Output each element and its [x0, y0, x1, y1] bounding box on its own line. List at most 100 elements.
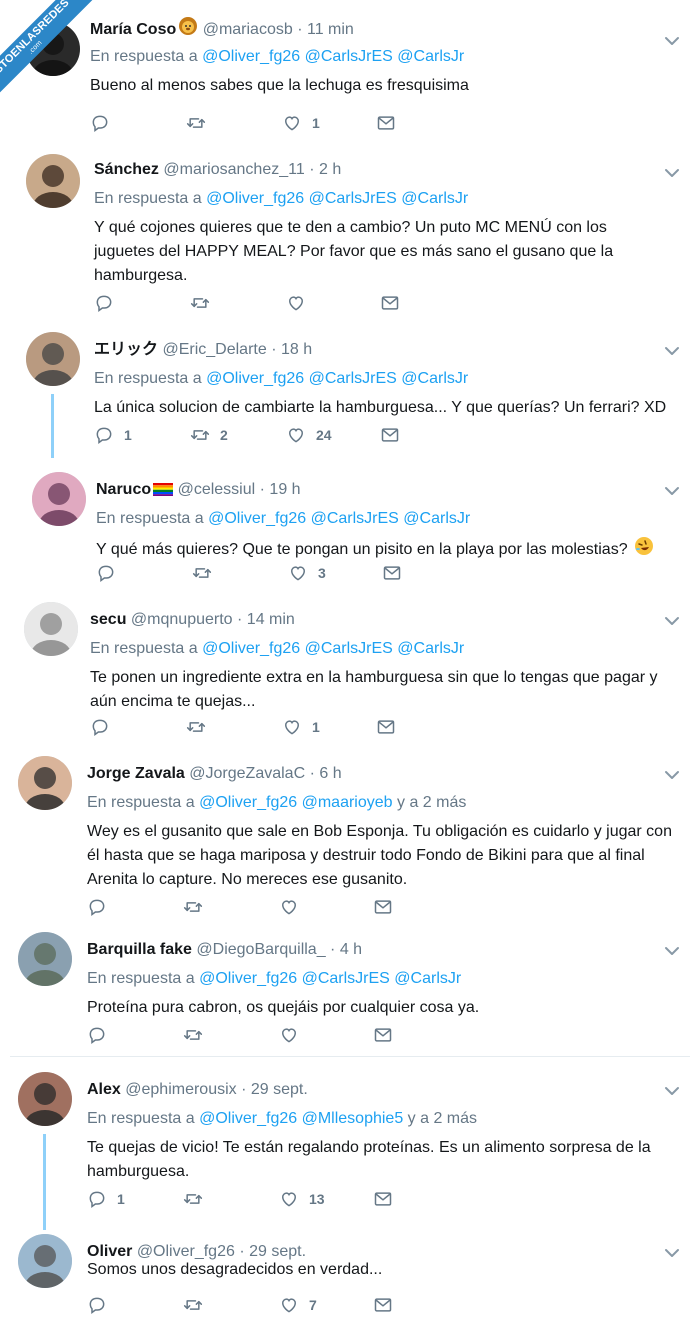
retweet-button[interactable]: [183, 896, 213, 918]
tweet[interactable]: Barquilla fake @DiegoBarquilla_ · 4 h En …: [10, 930, 690, 1054]
tweet[interactable]: エリック @Eric_Delarte · 18 h En respuesta a …: [10, 330, 690, 454]
user-handle[interactable]: @mariacosb: [203, 21, 293, 38]
retweet-button[interactable]: [183, 1188, 213, 1210]
mention-link[interactable]: @Oliver_fg26: [202, 48, 300, 65]
like-button[interactable]: 7: [279, 1294, 317, 1316]
message-button[interactable]: [376, 112, 396, 134]
like-button[interactable]: [279, 1024, 309, 1046]
user-handle[interactable]: @Eric_Delarte: [162, 341, 266, 358]
mention-link[interactable]: @Oliver_fg26: [206, 190, 304, 207]
tweet[interactable]: Jorge Zavala @JorgeZavalaC · 6 h En respu…: [10, 754, 690, 926]
display-name[interactable]: Alex: [87, 1081, 121, 1098]
retweet-button[interactable]: 2: [190, 424, 228, 446]
mention-link[interactable]: @Oliver_fg26: [208, 510, 306, 527]
timestamp[interactable]: 14 min: [247, 611, 295, 628]
chevron-down-icon[interactable]: [664, 944, 680, 956]
avatar[interactable]: [24, 602, 78, 656]
message-button[interactable]: [380, 292, 400, 314]
user-handle[interactable]: @DiegoBarquilla_: [196, 941, 325, 958]
mention-link[interactable]: @Oliver_fg26: [206, 370, 304, 387]
mention-link[interactable]: @Oliver_fg26: [199, 970, 297, 987]
message-button[interactable]: [376, 716, 396, 738]
tweet[interactable]: Sánchez @mariosanchez_11 · 2 h En respues…: [10, 150, 690, 322]
mention-link[interactable]: @CarlsJrES: [305, 48, 393, 65]
tweet[interactable]: secu @mqnupuerto · 14 min En respuesta a …: [10, 600, 690, 746]
chevron-down-icon[interactable]: [664, 34, 680, 46]
like-button[interactable]: 13: [279, 1188, 325, 1210]
chevron-down-icon[interactable]: [664, 614, 680, 626]
reply-suffix[interactable]: y a 2 más: [397, 794, 466, 811]
avatar[interactable]: [18, 932, 72, 986]
timestamp[interactable]: 19 h: [269, 481, 300, 498]
display-name[interactable]: María Coso: [90, 21, 176, 38]
mention-link[interactable]: @Oliver_fg26: [202, 640, 300, 657]
reply-button[interactable]: [87, 896, 117, 918]
like-button[interactable]: 1: [282, 112, 320, 134]
retweet-button[interactable]: [186, 716, 216, 738]
tweet[interactable]: Naruco @celessiul · 19 h En respuesta a @…: [10, 470, 690, 592]
mention-link[interactable]: @Oliver_fg26: [199, 794, 297, 811]
tweet[interactable]: María Coso @mariacosb · 11 min En respues…: [10, 8, 690, 142]
mention-link[interactable]: @CarlsJrES: [309, 370, 397, 387]
like-button[interactable]: [286, 292, 316, 314]
chevron-down-icon[interactable]: [664, 768, 680, 780]
retweet-button[interactable]: [192, 562, 222, 584]
message-button[interactable]: [373, 896, 393, 918]
like-button[interactable]: 3: [288, 562, 326, 584]
reply-button[interactable]: [94, 292, 124, 314]
reply-button[interactable]: 1: [87, 1188, 125, 1210]
avatar[interactable]: [32, 472, 86, 526]
display-name[interactable]: Barquilla fake: [87, 941, 192, 958]
retweet-button[interactable]: [186, 112, 216, 134]
message-button[interactable]: [373, 1188, 393, 1210]
mention-link[interactable]: @CarlsJrES: [302, 970, 390, 987]
message-button[interactable]: [373, 1024, 393, 1046]
mention-link[interactable]: @CarlsJr: [401, 370, 468, 387]
tweet[interactable]: Oliver @Oliver_fg26 · 29 sept. Somos unos…: [10, 1232, 690, 1324]
display-name[interactable]: Sánchez: [94, 161, 159, 178]
message-button[interactable]: [382, 562, 402, 584]
mention-link[interactable]: @CarlsJr: [401, 190, 468, 207]
chevron-down-icon[interactable]: [664, 1084, 680, 1096]
user-handle[interactable]: @celessiul: [178, 481, 256, 498]
message-button[interactable]: [373, 1294, 393, 1316]
reply-button[interactable]: [90, 716, 120, 738]
mention-link[interactable]: @CarlsJrES: [309, 190, 397, 207]
message-button[interactable]: [380, 424, 400, 446]
timestamp[interactable]: 2 h: [319, 161, 341, 178]
mention-link[interactable]: @CarlsJr: [403, 510, 470, 527]
mention-link[interactable]: @Oliver_fg26: [199, 1110, 297, 1127]
avatar[interactable]: [18, 1234, 72, 1288]
timestamp[interactable]: 6 h: [319, 765, 341, 782]
display-name[interactable]: エリック: [94, 341, 158, 358]
reply-button[interactable]: [87, 1024, 117, 1046]
like-button[interactable]: [279, 896, 309, 918]
display-name[interactable]: Naruco: [96, 481, 151, 498]
chevron-down-icon[interactable]: [664, 484, 680, 496]
avatar[interactable]: [18, 756, 72, 810]
avatar[interactable]: [18, 1072, 72, 1126]
reply-suffix[interactable]: y a 2 más: [408, 1110, 477, 1127]
timestamp[interactable]: 4 h: [340, 941, 362, 958]
reply-button[interactable]: [87, 1294, 117, 1316]
timestamp[interactable]: 11 min: [307, 21, 354, 38]
mention-link[interactable]: @CarlsJr: [394, 970, 461, 987]
reply-button[interactable]: 1: [94, 424, 132, 446]
avatar[interactable]: [26, 154, 80, 208]
user-handle[interactable]: @JorgeZavalaC: [189, 765, 305, 782]
mention-link[interactable]: @Mllesophie5: [302, 1110, 404, 1127]
mention-link[interactable]: @CarlsJr: [397, 640, 464, 657]
like-button[interactable]: 24: [286, 424, 332, 446]
timestamp[interactable]: 18 h: [281, 341, 312, 358]
mention-link[interactable]: @maarioyeb: [302, 794, 393, 811]
user-handle[interactable]: @mariosanchez_11: [163, 161, 304, 178]
tweet[interactable]: Alex @ephimerousix · 29 sept. En respuest…: [10, 1070, 690, 1218]
user-handle[interactable]: @ephimerousix: [125, 1081, 236, 1098]
retweet-button[interactable]: [183, 1294, 213, 1316]
chevron-down-icon[interactable]: [664, 1246, 680, 1258]
chevron-down-icon[interactable]: [664, 166, 680, 178]
mention-link[interactable]: @CarlsJrES: [305, 640, 393, 657]
chevron-down-icon[interactable]: [664, 344, 680, 356]
mention-link[interactable]: @CarlsJrES: [311, 510, 399, 527]
user-handle[interactable]: @mqnupuerto: [131, 611, 233, 628]
